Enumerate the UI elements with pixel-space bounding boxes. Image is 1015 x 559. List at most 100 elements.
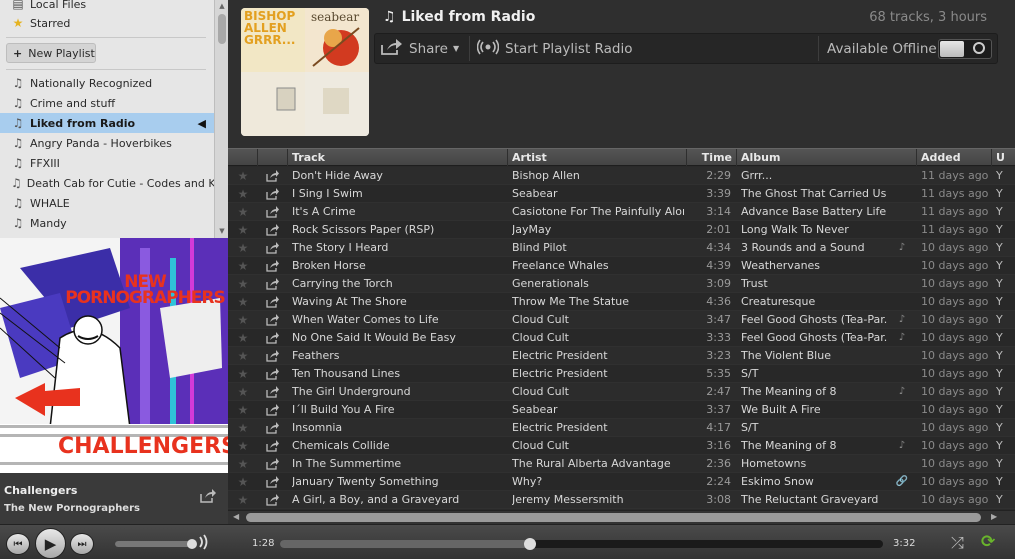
table-row[interactable]: ★ Don't Hide Away Bishop Allen 2:29 Grrr... 1… (228, 167, 1015, 185)
scroll-right-icon[interactable]: ▶ (991, 512, 997, 521)
now-playing-cover-art[interactable]: NEW PORNOGRAPHERS CHALLENGERS (0, 238, 228, 473)
progress-bar[interactable] (280, 538, 883, 550)
artist-name[interactable]: Why? (512, 473, 684, 491)
star-icon[interactable]: ★ (228, 203, 258, 221)
sidebar-playlist-item[interactable]: ♫ Mandy (0, 213, 214, 233)
table-row[interactable]: ★ Waving At The Shore Throw Me The Statue 4… (228, 293, 1015, 311)
track-name[interactable]: In The Summertime (292, 455, 506, 473)
track-name[interactable]: Don't Hide Away (292, 167, 506, 185)
album-name[interactable]: Eskimo Snow (741, 473, 887, 491)
album-name[interactable]: Hometowns (741, 455, 887, 473)
album-name[interactable]: 3 Rounds and a Sound (741, 239, 887, 257)
track-name[interactable]: Ten Thousand Lines (292, 365, 506, 383)
table-row[interactable]: ★ The Girl Underground Cloud Cult 2:47 The M… (228, 383, 1015, 401)
star-icon[interactable]: ★ (228, 167, 258, 185)
sidebar-playlist-item[interactable]: ♫ Angry Panda - Hoverbikes (0, 133, 214, 153)
start-playlist-radio-button[interactable]: Start Playlist Radio (476, 34, 632, 63)
artist-name[interactable]: Electric President (512, 347, 684, 365)
now-playing-title[interactable]: Challengers (4, 484, 77, 497)
sidebar-playlist-item[interactable]: ♫ Crime and stuff (0, 93, 214, 113)
column-header-share[interactable] (258, 149, 288, 166)
share-icon[interactable] (258, 221, 288, 239)
table-row[interactable]: ★ January Twenty Something Why? 2:24 Eskimo … (228, 473, 1015, 491)
album-name[interactable]: Feel Good Ghosts (Tea-Par... (741, 311, 887, 329)
track-name[interactable]: It's A Crime (292, 203, 506, 221)
artist-name[interactable]: Seabear (512, 185, 684, 203)
track-name[interactable]: I´ll Build You A Fire (292, 401, 506, 419)
album-name[interactable]: The Meaning of 8 (741, 383, 887, 401)
album-name[interactable]: We Built A Fire (741, 401, 887, 419)
album-name[interactable]: The Violent Blue (741, 347, 887, 365)
artist-name[interactable]: Throw Me The Statue (512, 293, 684, 311)
track-name[interactable]: Rock Scissors Paper (RSP) (292, 221, 506, 239)
table-row[interactable]: ★ In The Summertime The Rural Alberta Adva… (228, 455, 1015, 473)
album-name[interactable]: The Meaning of 8 (741, 437, 887, 455)
share-icon[interactable] (258, 275, 288, 293)
album-name[interactable]: Weathervanes (741, 257, 887, 275)
column-header-artist[interactable]: Artist (508, 149, 687, 166)
track-name[interactable]: The Girl Underground (292, 383, 506, 401)
table-row[interactable]: ★ I Sing I Swim Seabear 3:39 The Ghost That … (228, 185, 1015, 203)
share-icon[interactable] (258, 437, 288, 455)
artist-name[interactable]: Bishop Allen (512, 167, 684, 185)
sidebar-playlist-item[interactable]: ♫ FFXIII (0, 153, 214, 173)
star-icon[interactable]: ★ (228, 383, 258, 401)
table-row[interactable]: ★ Feathers Electric President 3:23 The Viole… (228, 347, 1015, 365)
table-row[interactable]: ★ Insomnia Electric President 4:17 S/T 10 day… (228, 419, 1015, 437)
artist-name[interactable]: Blind Pilot (512, 239, 684, 257)
track-name[interactable]: Waving At The Shore (292, 293, 506, 311)
column-header-added[interactable]: Added (917, 149, 992, 166)
column-header-star[interactable] (228, 149, 258, 166)
album-name[interactable]: Long Walk To Never (741, 221, 887, 239)
new-playlist-button[interactable]: + New Playlist (6, 43, 96, 63)
track-name[interactable]: I Sing I Swim (292, 185, 506, 203)
share-icon[interactable] (258, 185, 288, 203)
star-icon[interactable]: ★ (228, 365, 258, 383)
share-icon[interactable] (258, 455, 288, 473)
scroll-up-icon[interactable]: ▲ (218, 2, 226, 10)
album-name[interactable]: Advance Base Battery Life (741, 203, 887, 221)
column-header-time[interactable]: Time (687, 149, 737, 166)
star-icon[interactable]: ★ (228, 311, 258, 329)
sidebar-playlist-item[interactable]: ♫ Death Cab for Cutie - Codes and K... (0, 173, 214, 193)
table-row[interactable]: ★ Carrying the Torch Generationals 3:09 Trus… (228, 275, 1015, 293)
sidebar-item-starred[interactable]: ★ Starred (0, 13, 214, 33)
sidebar-playlist-item[interactable]: ♫ WHALE (0, 193, 214, 213)
table-row[interactable]: ★ A Girl, a Boy, and a Graveyard Jeremy Me… (228, 491, 1015, 509)
table-row[interactable]: ★ I´ll Build You A Fire Seabear 3:37 We Buil… (228, 401, 1015, 419)
album-name[interactable]: Trust (741, 275, 887, 293)
share-icon[interactable] (258, 473, 288, 491)
column-header-track[interactable]: Track (288, 149, 508, 166)
table-row[interactable]: ★ No One Said It Would Be Easy Cloud Cult 3… (228, 329, 1015, 347)
share-icon[interactable] (258, 257, 288, 275)
share-icon[interactable] (258, 401, 288, 419)
share-icon[interactable] (258, 311, 288, 329)
album-name[interactable]: Creaturesque (741, 293, 887, 311)
artist-name[interactable]: The Rural Alberta Advantage (512, 455, 684, 473)
album-name[interactable]: The Reluctant Graveyard (741, 491, 887, 509)
artist-name[interactable]: Cloud Cult (512, 311, 684, 329)
volume-handle[interactable] (186, 539, 197, 549)
star-icon[interactable]: ★ (228, 455, 258, 473)
play-button[interactable]: ▶ (35, 528, 66, 559)
table-row[interactable]: ★ Broken Horse Freelance Whales 4:39 Weather… (228, 257, 1015, 275)
share-icon[interactable] (258, 347, 288, 365)
artist-name[interactable]: Electric President (512, 419, 684, 437)
table-row[interactable]: ★ It's A Crime Casiotone For The Painfully… (228, 203, 1015, 221)
now-playing-artist[interactable]: The New Pornographers (4, 503, 140, 514)
track-name[interactable]: Insomnia (292, 419, 506, 437)
album-name[interactable]: S/T (741, 365, 887, 383)
share-icon[interactable] (258, 365, 288, 383)
album-name[interactable]: Feel Good Ghosts (Tea-Par... (741, 329, 887, 347)
volume-slider[interactable] (115, 539, 197, 549)
artist-name[interactable]: Electric President (512, 365, 684, 383)
share-icon[interactable] (258, 293, 288, 311)
star-icon[interactable]: ★ (228, 437, 258, 455)
sidebar-playlist-item[interactable]: ♫ Liked from Radio ◀ (0, 113, 214, 133)
column-header-user[interactable]: U (992, 149, 1015, 166)
table-row[interactable]: ★ The Story I Heard Blind Pilot 4:34 3 Round… (228, 239, 1015, 257)
artist-name[interactable]: Freelance Whales (512, 257, 684, 275)
star-icon[interactable]: ★ (228, 293, 258, 311)
star-icon[interactable]: ★ (228, 329, 258, 347)
artist-name[interactable]: Cloud Cult (512, 329, 684, 347)
